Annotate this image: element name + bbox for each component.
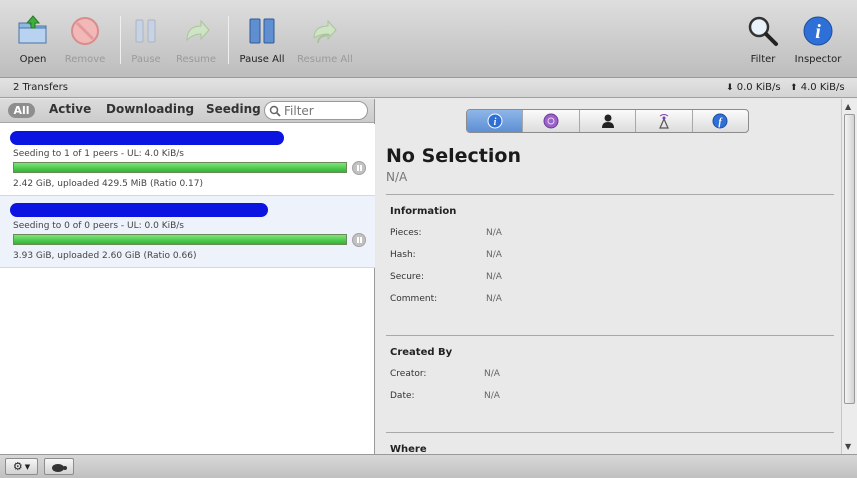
secure-label: Secure: [390,272,424,282]
inspector-tabs: i f [466,109,749,133]
pieces-label: Pieces: [390,228,422,238]
progress-bar [13,234,347,245]
information-heading: Information [390,206,457,217]
redacted-name [10,131,284,145]
search-field[interactable] [264,101,368,120]
resume-button[interactable]: Resume [166,8,226,70]
folder-open-icon [18,15,47,44]
inspector-title: No Selection [386,145,521,167]
filter-seeding-tab[interactable]: Seeding [206,102,261,116]
chevron-down-icon: ▼ [24,462,31,471]
pause-transfer-button[interactable] [352,233,366,247]
where-heading: Where [390,444,427,454]
progress-fill [14,235,346,244]
inspector-pane: i f No Selection N/A Information Pieces:… [376,99,841,454]
transfer-row[interactable]: Seeding to 0 of 0 peers - UL: 0.0 KiB/s … [0,196,375,268]
comment-value: N/A [486,294,502,304]
action-menu-button[interactable]: ⚙ ▼ [5,458,38,475]
toolbar: Open Remove Pause Resume Pause All Resum… [0,0,857,78]
filter-bar: All Active Downloading Seeding [0,99,374,123]
tab-peers[interactable] [580,110,637,132]
creator-value: N/A [484,369,500,379]
divider [386,432,834,433]
upload-arrow-icon: ⬆ [790,83,798,93]
tab-info[interactable]: i [467,110,524,132]
divider [386,335,834,336]
transfer-list-pane: All Active Downloading Seeding Seeding t… [0,99,375,454]
redacted-name [10,203,268,217]
scroll-up-icon[interactable]: ▲ [845,102,851,111]
peers-icon [601,114,614,128]
pause-icon [135,19,156,43]
tab-activity[interactable] [523,110,580,132]
remove-icon [71,17,99,45]
open-button[interactable]: Open [3,8,63,70]
date-label: Date: [390,391,415,401]
speed-limit-button[interactable] [44,458,74,475]
info-icon: i [487,113,503,129]
creator-label: Creator: [390,369,427,379]
hash-value: N/A [486,250,502,260]
resume-icon [186,19,210,42]
upload-speed: ⬆ 4.0 KiB/s [790,82,845,93]
inspector-subtitle: N/A [386,170,408,184]
filter-all-tab[interactable]: All [8,103,35,118]
pieces-value: N/A [486,228,502,238]
divider [386,194,834,195]
hash-label: Hash: [390,250,416,260]
scroll-thumb[interactable] [844,114,855,404]
secure-value: N/A [486,272,502,282]
inspector-button[interactable]: i Inspector [788,8,848,70]
filter-button[interactable]: Filter [733,8,793,70]
tab-trackers[interactable] [636,110,693,132]
magnifier-icon [748,16,778,46]
tab-files[interactable]: f [693,110,748,132]
filter-active-tab[interactable]: Active [49,102,91,116]
bottom-bar: ⚙ ▼ [0,454,857,478]
toolbar-separator [228,16,229,64]
activity-icon [543,113,559,129]
comment-label: Comment: [390,294,438,304]
filter-downloading-tab[interactable]: Downloading [106,102,194,116]
created-by-heading: Created By [390,347,453,358]
remove-button[interactable]: Remove [55,8,115,70]
status-bar: 2 Transfers ⬇ 0.0 KiB/s ⬆ 4.0 KiB/s [0,78,857,98]
resume-all-button[interactable]: Resume All [295,8,355,70]
inspector-scrollbar[interactable]: ▲ ▼ [841,99,857,454]
date-value: N/A [484,391,500,401]
download-speed: ⬇ 0.0 KiB/s [726,82,781,93]
trackers-icon [658,114,669,129]
search-input[interactable] [284,103,364,118]
search-icon [269,105,281,117]
resume-all-icon [313,19,337,44]
transfer-count: 2 Transfers [13,82,68,93]
download-arrow-icon: ⬇ [726,83,734,93]
progress-fill [14,163,346,172]
svg-text:i: i [493,117,496,128]
transfer-row[interactable]: Seeding to 1 of 1 peers - UL: 4.0 KiB/s … [0,124,375,196]
files-icon: f [712,113,728,129]
progress-bar [13,162,347,173]
turtle-icon [52,463,67,472]
scroll-down-icon[interactable]: ▼ [845,442,851,451]
pause-all-button[interactable]: Pause All [232,8,292,70]
pause-all-icon [249,18,275,44]
info-icon: i [803,16,833,46]
gear-icon: ⚙ [12,460,23,473]
svg-text:i: i [815,21,821,43]
pause-transfer-button[interactable] [352,161,366,175]
